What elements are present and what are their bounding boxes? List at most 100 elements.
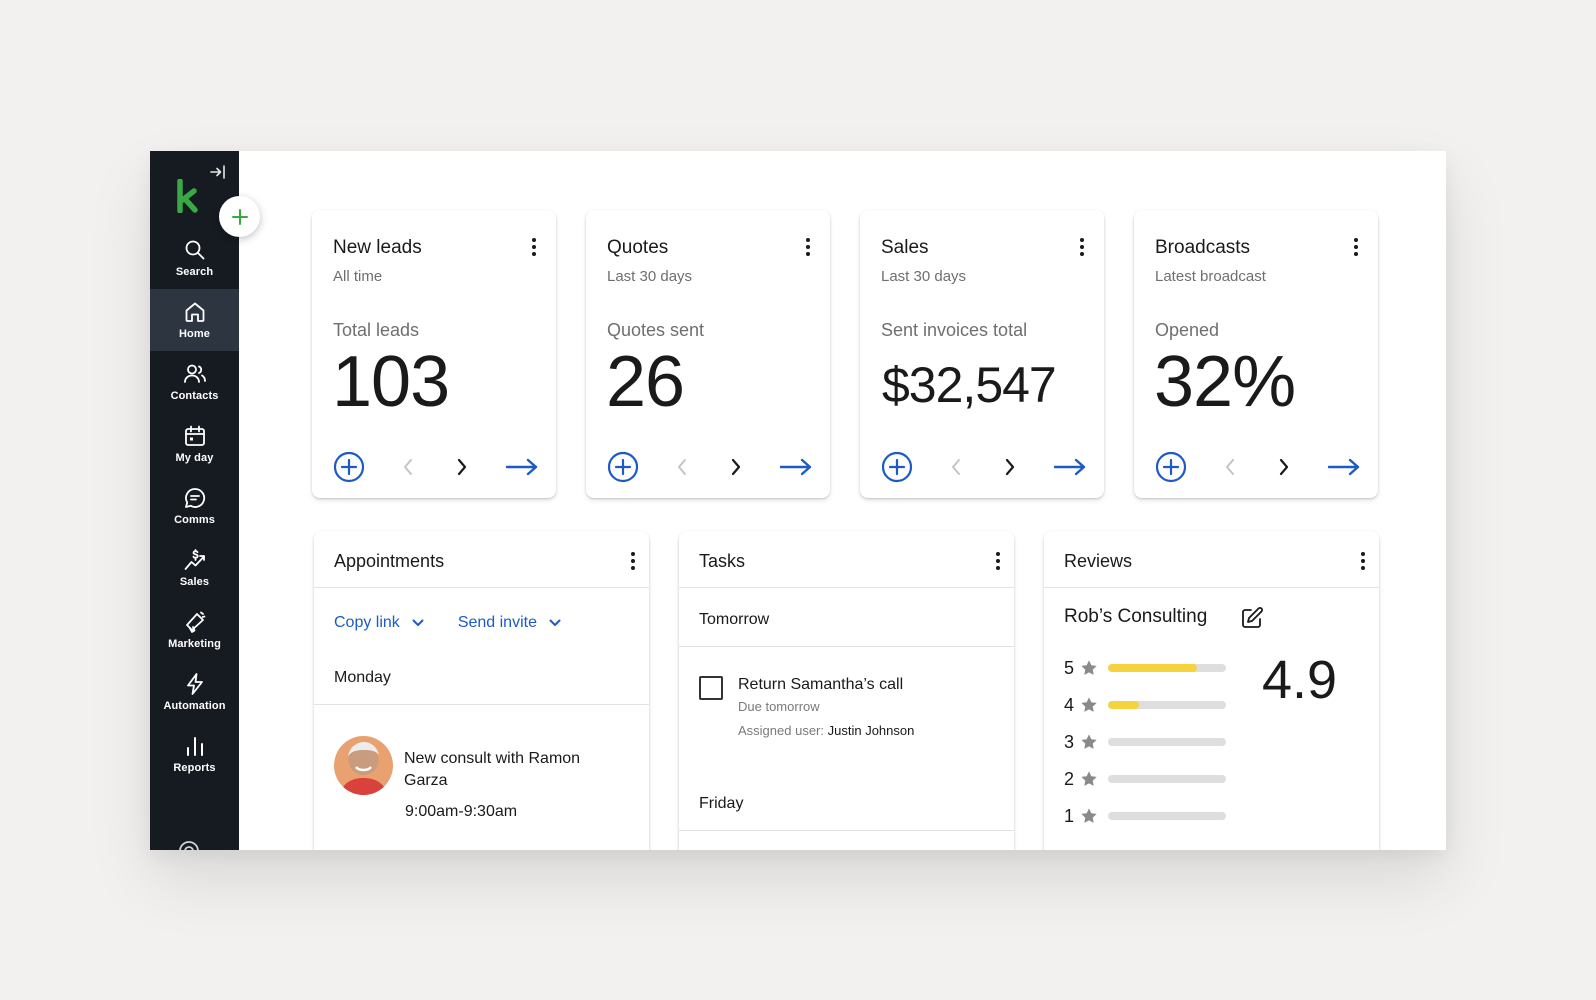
sidebar-item-my-day[interactable]: My day [150,413,239,475]
view-details-button[interactable] [504,450,540,484]
card-actions [606,450,814,484]
appointment-time: 9:00am-9:30am [405,803,518,820]
sidebar-item-label: My day [175,452,214,464]
appointment-actions: Copy link Send invite [334,614,561,632]
more-options-icon[interactable] [1074,236,1090,258]
sidebar-item-contacts[interactable]: Contacts [150,351,239,413]
stat-value: $32,547 [882,357,1057,413]
rating-stars-count: 1 [1064,805,1075,826]
business-name: Rob’s Consulting [1064,606,1208,627]
reviews-panel: Reviews Rob’s Consulting 5 4 3 2 1 4.9 [1044,531,1379,850]
previous-button[interactable] [944,450,968,484]
card-actions [880,450,1088,484]
previous-button[interactable] [1218,450,1242,484]
chevron-left-icon [952,459,960,475]
sidebar-item-search[interactable]: Search [150,227,239,289]
add-button[interactable] [606,450,640,484]
stat-label: Total leads [333,320,420,340]
star-icon [1081,660,1097,675]
more-options-icon[interactable] [526,236,542,258]
contacts-icon [183,364,206,383]
panel-header: Reviews [1044,531,1379,588]
view-details-button[interactable] [1052,450,1088,484]
sidebar-item-reports[interactable]: Reports [150,723,239,785]
quick-add-button[interactable] [219,196,260,237]
more-options-icon[interactable] [800,236,816,258]
task-assigned: Assigned user: Justin Johnson [738,723,914,738]
sidebar-item-automation[interactable]: Automation [150,661,239,723]
more-options-icon[interactable] [1355,550,1371,572]
add-button[interactable] [880,450,914,484]
rating-stars-count: 4 [1064,694,1075,715]
rating-row-2: 2 [1064,768,1226,790]
rating-row-1: 1 [1064,805,1226,827]
more-options-icon[interactable] [990,550,1006,572]
tasks-panel: Tasks Tomorrow Return Samantha’s call Du… [679,531,1014,850]
card-subtitle: All time [333,268,383,285]
app-window: Search Home Contacts My day Comms Sales [150,151,1446,850]
rating-row-4: 4 [1064,694,1226,716]
sidebar-item-marketing[interactable]: Marketing [150,599,239,661]
chevron-right-icon [731,458,741,476]
appointment-title[interactable]: New consult with Ramon Garza [404,748,624,792]
star-icon [1081,771,1097,786]
sidebar-item-label: Home [179,328,210,340]
star-icon [1081,808,1097,823]
sidebar-item-label: Sales [179,576,210,588]
next-button[interactable] [998,450,1022,484]
sidebar-nav: Search Home Contacts My day Comms Sales [150,227,239,785]
previous-button[interactable] [396,450,420,484]
view-details-button[interactable] [778,450,814,484]
more-options-icon[interactable] [1348,236,1364,258]
rating-bar [1108,775,1226,783]
bar-chart-icon [186,737,203,756]
assigned-label: Assigned user: [738,723,824,738]
task-title[interactable]: Return Samantha’s call [738,676,903,694]
card-subtitle: Latest broadcast [1155,268,1266,285]
rating-stars-count: 2 [1064,768,1075,789]
star-icon [1081,697,1097,712]
chevron-left-icon [678,459,686,475]
task-checkbox[interactable] [699,676,723,700]
add-button[interactable] [332,450,366,484]
arrow-right-icon [1327,458,1360,476]
rating-row-5: 5 [1064,657,1226,679]
stat-card-new-leads: New leads All time Total leads 103 [312,210,556,498]
copy-link-button[interactable]: Copy link [334,614,424,632]
sidebar-item-comms[interactable]: Comms [150,475,239,537]
previous-button[interactable] [670,450,694,484]
next-button[interactable] [450,450,474,484]
collapse-sidebar-icon[interactable] [207,161,229,183]
next-button[interactable] [1272,450,1296,484]
arrow-right-icon [505,458,538,476]
settings-icon[interactable] [178,840,200,850]
sidebar-item-sales[interactable]: Sales [150,537,239,599]
task-due-date: Due tomorrow [738,699,820,714]
sidebar: Search Home Contacts My day Comms Sales [150,151,239,850]
chevron-down-icon [412,619,424,626]
add-button[interactable] [1154,450,1188,484]
sidebar-item-home[interactable]: Home [150,289,239,351]
rating-bar [1108,812,1226,820]
copy-link-label: Copy link [334,614,400,631]
day-heading: Monday [334,669,391,686]
rating-stars-count: 3 [1064,731,1075,752]
card-title: Quotes [607,237,669,258]
avatar [334,736,393,795]
sidebar-item-label: Marketing [168,638,221,650]
view-details-button[interactable] [1326,450,1362,484]
card-actions [1154,450,1362,484]
plus-circle-icon [881,451,913,483]
stat-card-broadcasts: Broadcasts Latest broadcast Opened 32% [1134,210,1378,498]
plus-circle-icon [607,451,639,483]
next-button[interactable] [724,450,748,484]
sidebar-item-label: Contacts [170,390,219,402]
more-options-icon[interactable] [625,550,641,572]
chevron-left-icon [404,459,412,475]
panel-title: Appointments [334,551,445,571]
send-invite-button[interactable]: Send invite [458,614,561,632]
edit-icon[interactable] [1240,606,1264,630]
average-rating: 4.9 [1262,650,1338,710]
rating-bar-fill [1108,701,1139,709]
plus-icon [231,208,248,225]
